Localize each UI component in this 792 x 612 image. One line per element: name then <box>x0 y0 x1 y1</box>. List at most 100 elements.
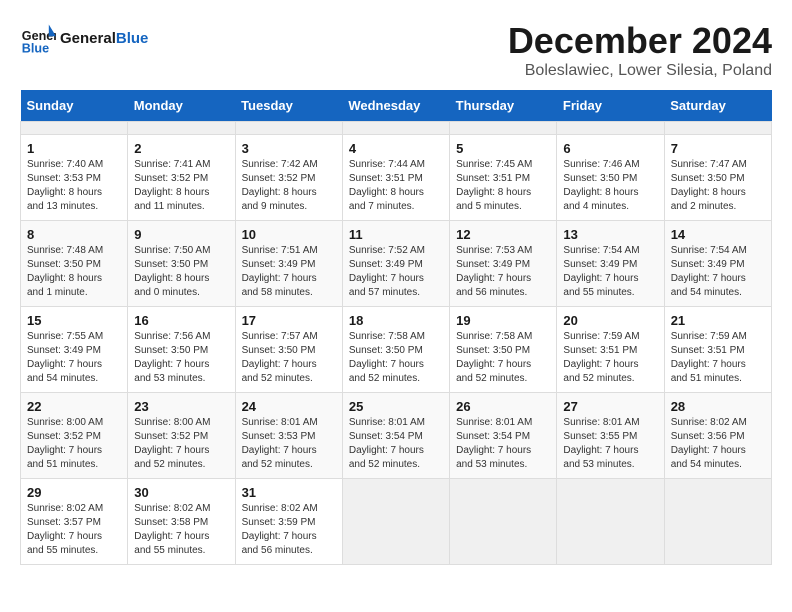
calendar-week-2: 1Sunrise: 7:40 AMSunset: 3:53 PMDaylight… <box>21 135 772 221</box>
calendar-cell: 29 Sunrise: 8:02 AMSunset: 3:57 PMDayligh… <box>21 479 128 565</box>
calendar-cell <box>557 122 664 135</box>
day-info: Sunrise: 8:01 AMSunset: 3:54 PMDaylight:… <box>349 416 443 472</box>
day-info: Sunrise: 8:00 AMSunset: 3:52 PMDaylight:… <box>27 416 121 472</box>
calendar-week-1 <box>21 122 772 135</box>
calendar-cell: 7 Sunrise: 7:47 AMSunset: 3:50 PMDaylight… <box>664 135 771 221</box>
day-number: 22 <box>27 399 121 414</box>
calendar-header-row: SundayMondayTuesdayWednesdayThursdayFrid… <box>21 90 772 122</box>
calendar-cell: 26Sunrise: 8:01 AMSunset: 3:54 PMDayligh… <box>450 393 557 479</box>
calendar-cell <box>664 479 771 565</box>
calendar-week-4: 15 Sunrise: 7:55 AMSunset: 3:49 PMDayligh… <box>21 307 772 393</box>
calendar-cell: 3Sunrise: 7:42 AMSunset: 3:52 PMDaylight… <box>235 135 342 221</box>
day-number: 8 <box>27 227 121 242</box>
header-day-wednesday: Wednesday <box>342 90 449 122</box>
calendar-table: SundayMondayTuesdayWednesdayThursdayFrid… <box>20 90 772 565</box>
calendar-cell: 18 Sunrise: 7:58 AMSunset: 3:50 PMDayligh… <box>342 307 449 393</box>
calendar-week-6: 29 Sunrise: 8:02 AMSunset: 3:57 PMDayligh… <box>21 479 772 565</box>
calendar-cell: 24Sunrise: 8:01 AMSunset: 3:53 PMDayligh… <box>235 393 342 479</box>
day-info: Sunrise: 7:59 AMSunset: 3:51 PMDaylight:… <box>563 330 657 386</box>
day-info: Sunrise: 7:54 AMSunset: 3:49 PMDaylight:… <box>671 244 765 300</box>
day-info: Sunrise: 7:58 AMSunset: 3:50 PMDaylight:… <box>456 330 550 386</box>
calendar-cell: 23Sunrise: 8:00 AMSunset: 3:52 PMDayligh… <box>128 393 235 479</box>
day-info: Sunrise: 7:53 AMSunset: 3:49 PMDaylight:… <box>456 244 550 300</box>
day-number: 30 <box>134 485 228 500</box>
day-info: Sunrise: 7:57 AMSunset: 3:50 PMDaylight:… <box>242 330 336 386</box>
calendar-cell: 9 Sunrise: 7:50 AMSunset: 3:50 PMDaylight… <box>128 221 235 307</box>
svg-text:Blue: Blue <box>22 41 49 55</box>
calendar-cell <box>342 122 449 135</box>
day-info: Sunrise: 7:45 AMSunset: 3:51 PMDaylight:… <box>456 158 550 214</box>
calendar-cell: 10Sunrise: 7:51 AMSunset: 3:49 PMDayligh… <box>235 221 342 307</box>
header-day-thursday: Thursday <box>450 90 557 122</box>
day-info: Sunrise: 8:02 AMSunset: 3:58 PMDaylight:… <box>134 502 228 558</box>
day-number: 7 <box>671 141 765 156</box>
calendar-cell <box>235 122 342 135</box>
day-info: Sunrise: 7:50 AMSunset: 3:50 PMDaylight:… <box>134 244 228 300</box>
day-number: 12 <box>456 227 550 242</box>
day-info: Sunrise: 8:02 AMSunset: 3:59 PMDaylight:… <box>242 502 336 558</box>
day-info: Sunrise: 7:55 AMSunset: 3:49 PMDaylight:… <box>27 330 121 386</box>
logo-text: GeneralBlue <box>60 30 148 47</box>
day-number: 20 <box>563 313 657 328</box>
header-day-friday: Friday <box>557 90 664 122</box>
day-number: 13 <box>563 227 657 242</box>
calendar-cell: 22 Sunrise: 8:00 AMSunset: 3:52 PMDayligh… <box>21 393 128 479</box>
day-info: Sunrise: 7:56 AMSunset: 3:50 PMDaylight:… <box>134 330 228 386</box>
day-number: 31 <box>242 485 336 500</box>
day-number: 4 <box>349 141 443 156</box>
calendar-cell <box>450 479 557 565</box>
calendar-cell: 16 Sunrise: 7:56 AMSunset: 3:50 PMDayligh… <box>128 307 235 393</box>
day-number: 16 <box>134 313 228 328</box>
logo-icon: General Blue <box>20 20 56 56</box>
calendar-cell: 20 Sunrise: 7:59 AMSunset: 3:51 PMDayligh… <box>557 307 664 393</box>
header-day-monday: Monday <box>128 90 235 122</box>
day-number: 17 <box>242 313 336 328</box>
header-day-tuesday: Tuesday <box>235 90 342 122</box>
day-info: Sunrise: 7:52 AMSunset: 3:49 PMDaylight:… <box>349 244 443 300</box>
calendar-cell <box>557 479 664 565</box>
day-info: Sunrise: 8:02 AMSunset: 3:56 PMDaylight:… <box>671 416 765 472</box>
day-info: Sunrise: 7:46 AMSunset: 3:50 PMDaylight:… <box>563 158 657 214</box>
day-info: Sunrise: 8:00 AMSunset: 3:52 PMDaylight:… <box>134 416 228 472</box>
day-number: 24 <box>242 399 336 414</box>
day-number: 19 <box>456 313 550 328</box>
day-number: 29 <box>27 485 121 500</box>
day-info: Sunrise: 7:42 AMSunset: 3:52 PMDaylight:… <box>242 158 336 214</box>
title-area: December 2024 Boleslawiec, Lower Silesia… <box>508 20 772 80</box>
day-number: 28 <box>671 399 765 414</box>
day-number: 27 <box>563 399 657 414</box>
calendar-cell: 31 Sunrise: 8:02 AMSunset: 3:59 PMDayligh… <box>235 479 342 565</box>
calendar-cell: 21 Sunrise: 7:59 AMSunset: 3:51 PMDayligh… <box>664 307 771 393</box>
page-title: December 2024 <box>508 20 772 62</box>
calendar-cell: 17 Sunrise: 7:57 AMSunset: 3:50 PMDayligh… <box>235 307 342 393</box>
day-number: 6 <box>563 141 657 156</box>
calendar-cell <box>450 122 557 135</box>
day-number: 9 <box>134 227 228 242</box>
day-info: Sunrise: 8:02 AMSunset: 3:57 PMDaylight:… <box>27 502 121 558</box>
day-info: Sunrise: 7:54 AMSunset: 3:49 PMDaylight:… <box>563 244 657 300</box>
calendar-cell: 28 Sunrise: 8:02 AMSunset: 3:56 PMDayligh… <box>664 393 771 479</box>
day-info: Sunrise: 7:44 AMSunset: 3:51 PMDaylight:… <box>349 158 443 214</box>
header: General Blue GeneralBlue December 2024 B… <box>20 20 772 80</box>
day-info: Sunrise: 7:59 AMSunset: 3:51 PMDaylight:… <box>671 330 765 386</box>
calendar-cell <box>342 479 449 565</box>
calendar-cell <box>664 122 771 135</box>
day-number: 18 <box>349 313 443 328</box>
day-number: 15 <box>27 313 121 328</box>
day-number: 14 <box>671 227 765 242</box>
day-info: Sunrise: 7:47 AMSunset: 3:50 PMDaylight:… <box>671 158 765 214</box>
day-number: 25 <box>349 399 443 414</box>
day-number: 10 <box>242 227 336 242</box>
day-info: Sunrise: 8:01 AMSunset: 3:55 PMDaylight:… <box>563 416 657 472</box>
calendar-cell: 19 Sunrise: 7:58 AMSunset: 3:50 PMDayligh… <box>450 307 557 393</box>
day-info: Sunrise: 7:58 AMSunset: 3:50 PMDaylight:… <box>349 330 443 386</box>
day-number: 21 <box>671 313 765 328</box>
calendar-week-5: 22 Sunrise: 8:00 AMSunset: 3:52 PMDayligh… <box>21 393 772 479</box>
page-subtitle: Boleslawiec, Lower Silesia, Poland <box>508 62 772 80</box>
calendar-cell: 27 Sunrise: 8:01 AMSunset: 3:55 PMDayligh… <box>557 393 664 479</box>
calendar-cell: 30 Sunrise: 8:02 AMSunset: 3:58 PMDayligh… <box>128 479 235 565</box>
calendar-cell <box>21 122 128 135</box>
calendar-cell: 1Sunrise: 7:40 AMSunset: 3:53 PMDaylight… <box>21 135 128 221</box>
day-info: Sunrise: 7:48 AMSunset: 3:50 PMDaylight:… <box>27 244 121 300</box>
day-number: 26 <box>456 399 550 414</box>
